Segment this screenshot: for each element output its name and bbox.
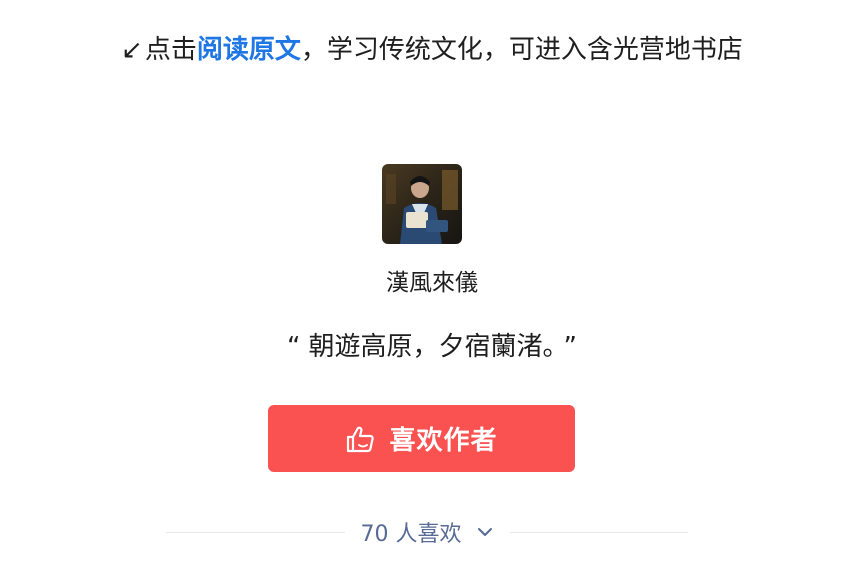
divider-right [509, 531, 688, 533]
author-name: 漢風來儀 [386, 270, 478, 296]
likers-count: 70 人喜欢 [360, 522, 462, 547]
thumbs-up-icon [347, 426, 375, 452]
quote-text: 朝遊高原，夕宿蘭渚。 [308, 332, 556, 362]
divider-left [166, 531, 345, 533]
chevron-down-icon [477, 528, 492, 536]
prompt-post-text: ，学习传统文化，可进入含光营地书店 [300, 35, 743, 65]
avatar-image [382, 164, 462, 244]
quote-open-mark: “ [287, 332, 301, 362]
like-author-label: 喜欢作者 [389, 426, 498, 456]
author-avatar[interactable] [382, 164, 462, 244]
read-original-link[interactable]: 阅读原文 [197, 35, 301, 65]
quote-close-mark: ” [563, 332, 577, 362]
prompt-pre-text: 点击 [144, 35, 197, 65]
like-author-button[interactable]: 喜欢作者 [268, 405, 575, 472]
likers-toggle[interactable]: 70 人喜欢 [345, 516, 510, 548]
author-quote: “朝遊高原，夕宿蘭渚。” [0, 327, 864, 367]
arrow-down-left-icon: ↙ [121, 35, 143, 65]
likers-row: 70 人喜欢 [166, 512, 688, 552]
read-original-prompt: ↙点击阅读原文，学习传统文化，可进入含光营地书店 [0, 28, 864, 72]
